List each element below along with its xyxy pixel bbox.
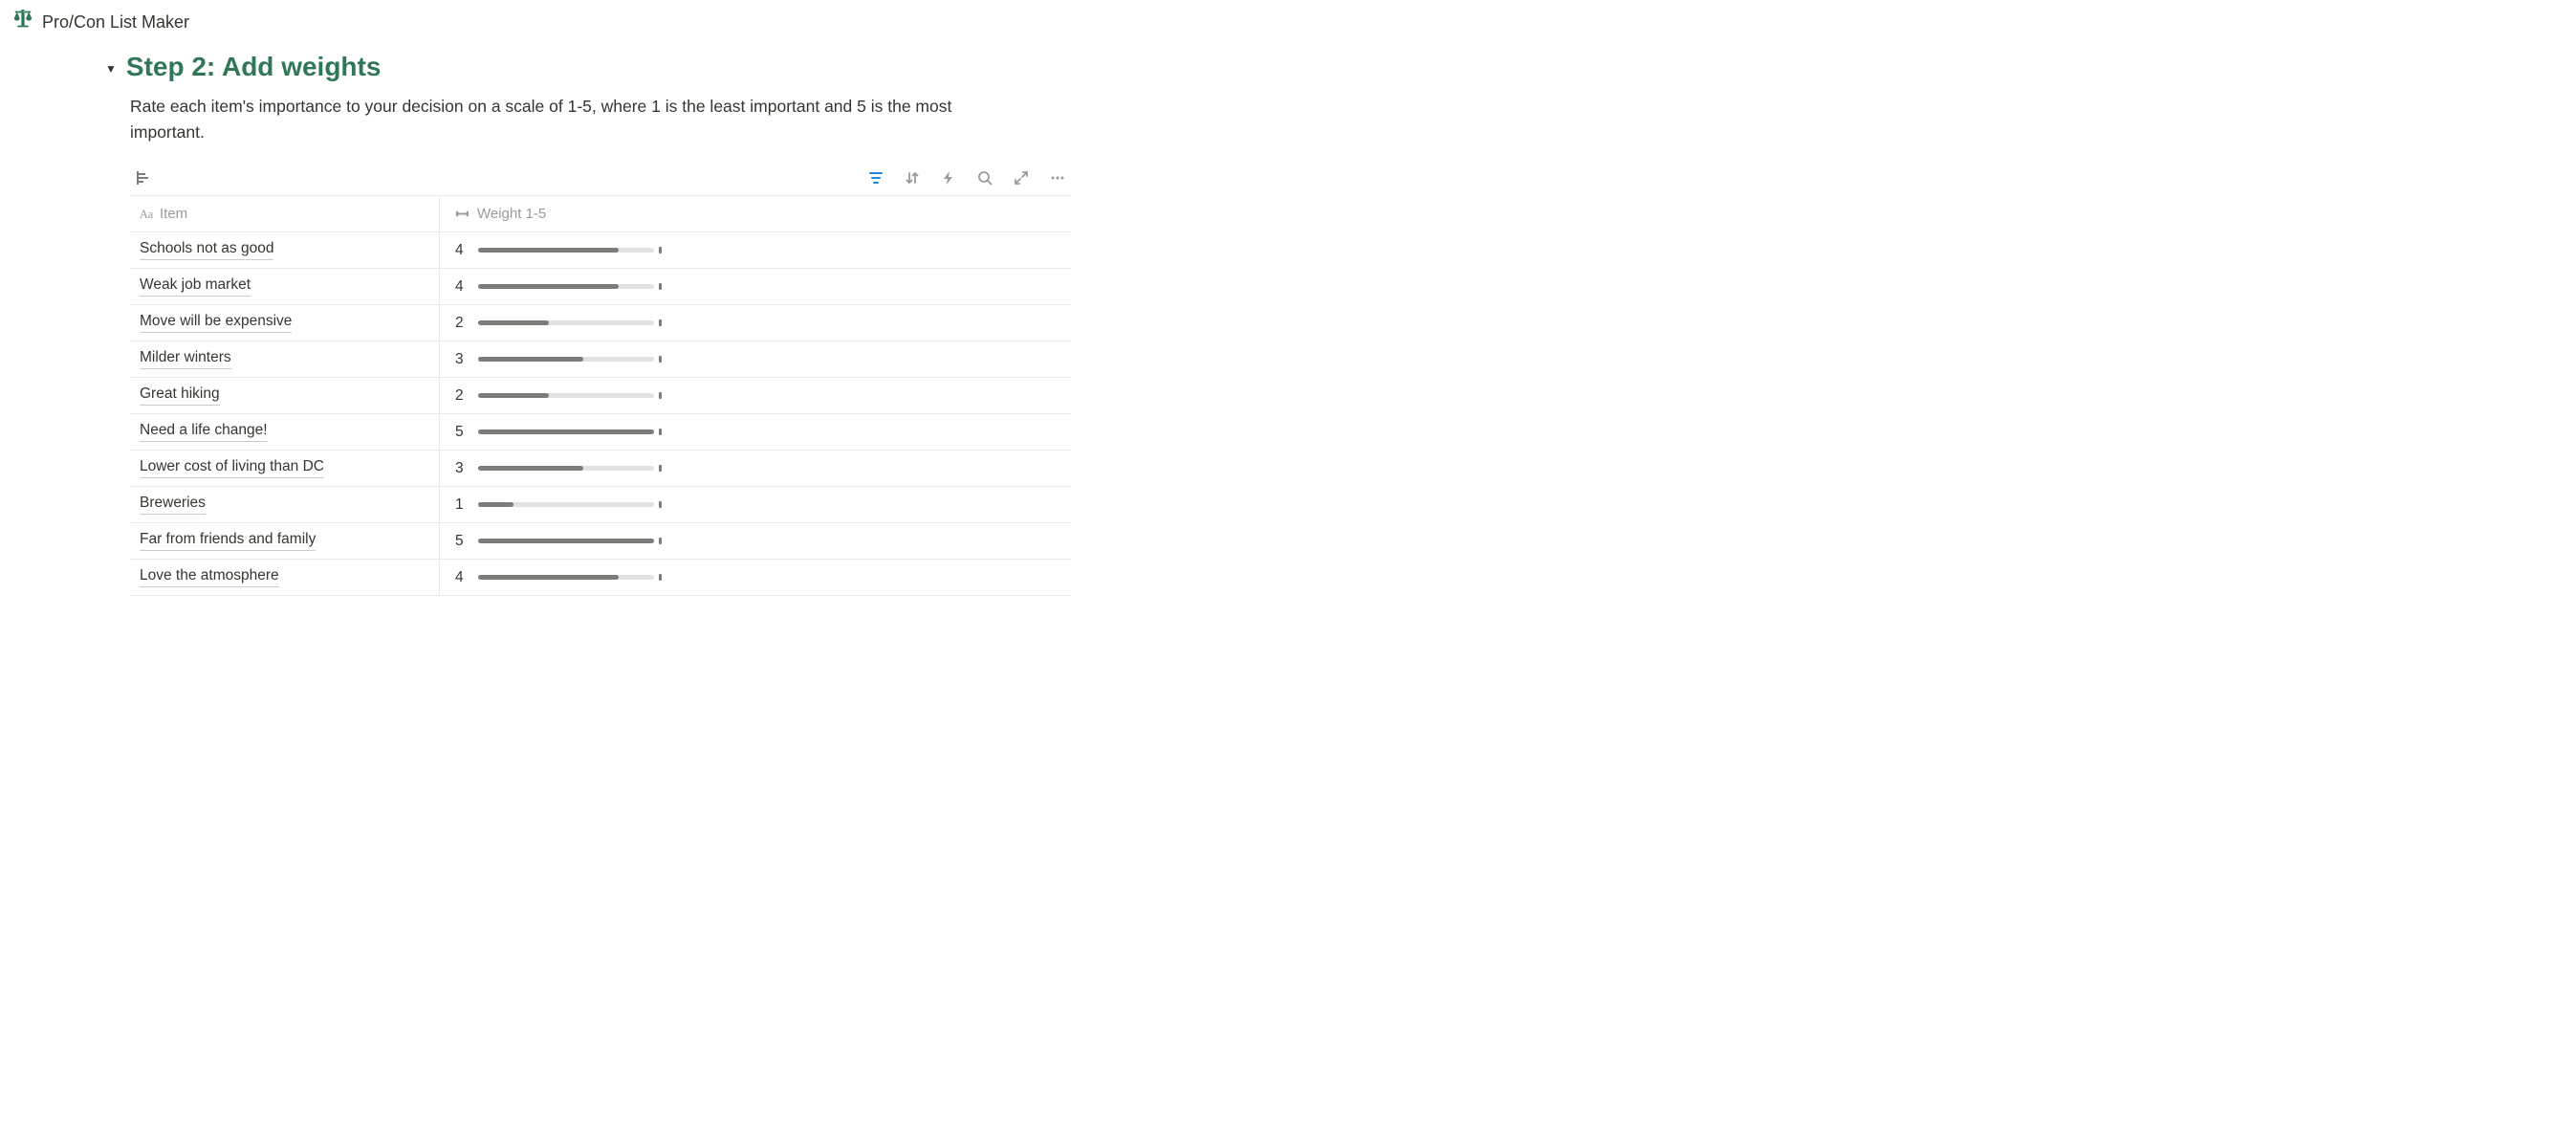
item-text: Love the atmosphere: [140, 567, 279, 587]
weight-value: 2: [455, 315, 467, 332]
database-block: Aa Item Weight 1-5 Schools not as good4W…: [130, 166, 1071, 596]
table-row[interactable]: Need a life change! 5: [130, 414, 1071, 451]
weight-bar: [478, 466, 654, 471]
cell-item[interactable]: Move will be expensive: [130, 305, 440, 341]
weight-value: 5: [455, 424, 467, 441]
toolbar-left: [134, 168, 153, 187]
table-row[interactable]: Far from friends and family 5: [130, 523, 1071, 560]
section-heading[interactable]: Step 2: Add weights: [126, 52, 382, 82]
weight-bar: [478, 320, 654, 325]
weight-value: 4: [455, 242, 467, 259]
content-area: ▼ Step 2: Add weights Rate each item's i…: [105, 52, 1071, 596]
weight-bar: [478, 248, 654, 253]
cell-weight[interactable]: 4: [440, 560, 1071, 595]
item-text: Great hiking: [140, 385, 220, 406]
column-header-item-label: Item: [160, 206, 187, 222]
cell-weight[interactable]: 3: [440, 341, 1071, 377]
search-icon[interactable]: [975, 168, 994, 187]
weight-bar: [478, 539, 654, 543]
cell-item[interactable]: Far from friends and family: [130, 523, 440, 559]
cell-item[interactable]: Lower cost of living than DC: [130, 451, 440, 486]
cell-weight[interactable]: 1: [440, 487, 1071, 522]
section-description[interactable]: Rate each item's importance to your deci…: [130, 94, 1019, 145]
column-header-weight-label: Weight 1-5: [477, 206, 546, 222]
table-row[interactable]: Move will be expensive 2: [130, 305, 1071, 341]
item-text: Schools not as good: [140, 240, 273, 260]
table-row[interactable]: Great hiking 2: [130, 378, 1071, 414]
cell-weight[interactable]: 3: [440, 451, 1071, 486]
table-row[interactable]: Love the atmosphere 4: [130, 560, 1071, 596]
weight-bar: [478, 502, 654, 507]
item-text: Milder winters: [140, 349, 231, 369]
weight-value: 3: [455, 351, 467, 368]
toolbar-right: [866, 168, 1067, 187]
weight-bar: [478, 429, 654, 434]
item-text: Far from friends and family: [140, 531, 316, 551]
weight-bar: [478, 284, 654, 289]
page-title[interactable]: Pro/Con List Maker: [42, 12, 189, 33]
database-toolbar: [130, 166, 1071, 196]
heading-row: ▼ Step 2: Add weights: [105, 52, 1071, 82]
svg-text:Aa: Aa: [140, 208, 154, 221]
cell-item[interactable]: Breweries: [130, 487, 440, 522]
cell-item[interactable]: Milder winters: [130, 341, 440, 377]
more-options-icon[interactable]: [1048, 168, 1067, 187]
cell-weight[interactable]: 5: [440, 414, 1071, 450]
dumbbell-icon: [455, 207, 469, 221]
table-row[interactable]: Weak job market 4: [130, 269, 1071, 305]
cell-weight[interactable]: 5: [440, 523, 1071, 559]
cell-item[interactable]: Need a life change!: [130, 414, 440, 450]
automation-lightning-icon[interactable]: [939, 168, 958, 187]
weight-bar: [478, 575, 654, 580]
cell-weight[interactable]: 4: [440, 232, 1071, 268]
sort-icon[interactable]: [903, 168, 922, 187]
cell-weight[interactable]: 4: [440, 269, 1071, 304]
item-text: Need a life change!: [140, 422, 268, 442]
item-text: Breweries: [140, 495, 206, 515]
item-text: Lower cost of living than DC: [140, 458, 324, 478]
cell-item[interactable]: Love the atmosphere: [130, 560, 440, 595]
column-header-item[interactable]: Aa Item: [130, 196, 440, 231]
weight-value: 3: [455, 460, 467, 477]
table-row[interactable]: Lower cost of living than DC 3: [130, 451, 1071, 487]
weight-value: 4: [455, 278, 467, 296]
cell-weight[interactable]: 2: [440, 305, 1071, 341]
filter-icon[interactable]: [866, 168, 885, 187]
cell-item[interactable]: Weak job market: [130, 269, 440, 304]
weight-value: 5: [455, 533, 467, 550]
balance-scale-icon: [13, 10, 33, 34]
weight-value: 2: [455, 387, 467, 405]
weight-bar: [478, 357, 654, 362]
weight-value: 1: [455, 496, 467, 514]
item-text: Move will be expensive: [140, 313, 292, 333]
toggle-triangle-icon[interactable]: ▼: [105, 58, 117, 76]
cell-item[interactable]: Schools not as good: [130, 232, 440, 268]
table-header-row: Aa Item Weight 1-5: [130, 196, 1071, 232]
cell-weight[interactable]: 2: [440, 378, 1071, 413]
item-text: Weak job market: [140, 276, 251, 297]
table-row[interactable]: Schools not as good 4: [130, 232, 1071, 269]
topbar: Pro/Con List Maker: [0, 0, 2576, 52]
table-row[interactable]: Breweries 1: [130, 487, 1071, 523]
table-row[interactable]: Milder winters 3: [130, 341, 1071, 378]
weight-bar: [478, 393, 654, 398]
view-bar-chart-icon[interactable]: [134, 168, 153, 187]
cell-item[interactable]: Great hiking: [130, 378, 440, 413]
expand-icon[interactable]: [1012, 168, 1031, 187]
column-header-weight[interactable]: Weight 1-5: [440, 196, 1071, 231]
table-rows: Schools not as good 4 Weak job market 4 Move…: [130, 232, 1071, 596]
weight-value: 4: [455, 569, 467, 586]
title-property-icon: Aa: [140, 207, 154, 221]
